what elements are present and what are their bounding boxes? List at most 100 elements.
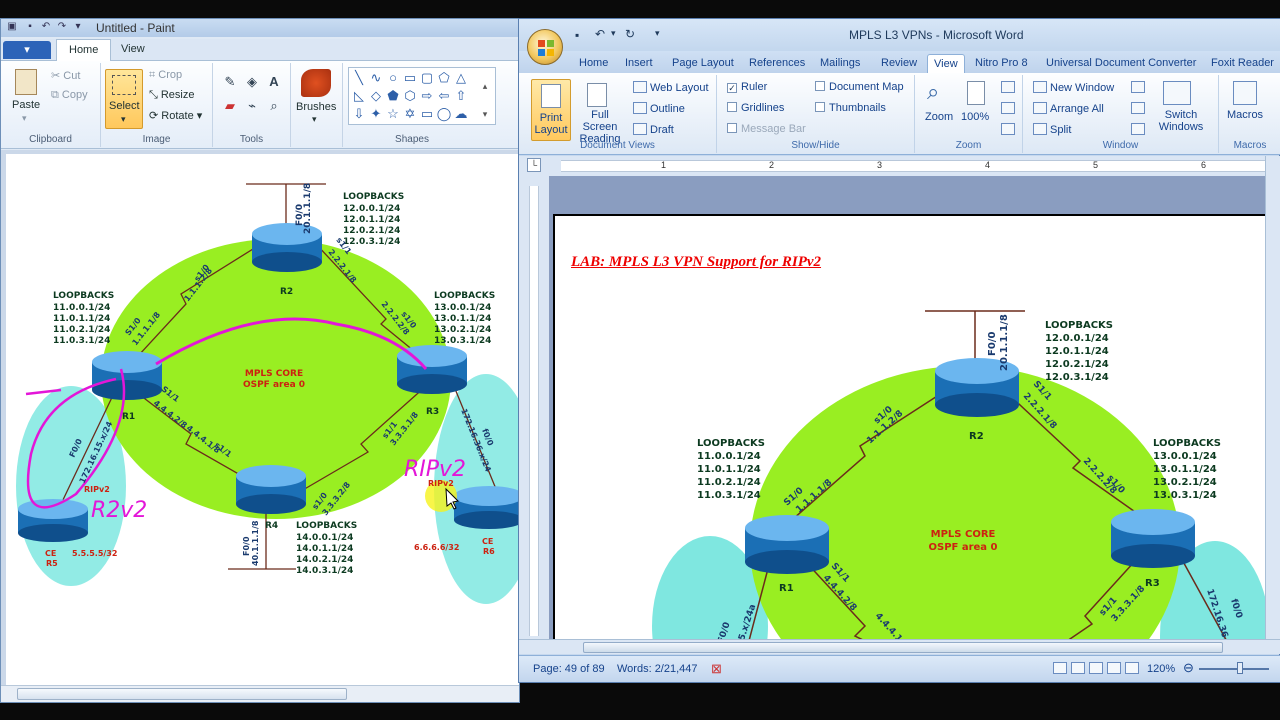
- zoom-magnifier-icon[interactable]: ⌕: [927, 79, 939, 105]
- shapes-scroll-up-icon[interactable]: ▴: [477, 78, 493, 94]
- word-tab-nitro[interactable]: Nitro Pro 8: [975, 54, 1028, 73]
- copy-button[interactable]: ⧉ Copy: [51, 89, 88, 102]
- hundred-percent-icon[interactable]: [967, 81, 985, 105]
- outline-button[interactable]: Outline: [633, 102, 685, 115]
- status-print-layout-icon[interactable]: [1053, 662, 1067, 674]
- paint-horizontal-scrollbar[interactable]: [1, 685, 519, 702]
- brushes-button[interactable]: Brushes: [296, 101, 336, 113]
- brushes-dropdown-icon[interactable]: ▾: [312, 114, 317, 125]
- zoom-slider[interactable]: [1199, 668, 1269, 670]
- split-button[interactable]: Split: [1033, 123, 1071, 136]
- new-window-button[interactable]: New Window: [1033, 81, 1114, 94]
- office-button[interactable]: [527, 29, 563, 65]
- paste-icon[interactable]: [15, 69, 37, 95]
- six-point-star-icon[interactable]: ✡: [402, 106, 418, 122]
- word-tab-home[interactable]: Home: [579, 54, 608, 73]
- word-undo-icon[interactable]: ↶: [595, 27, 605, 41]
- undo-icon[interactable]: ↶: [39, 21, 53, 35]
- document-map-checkbox[interactable]: Document Map: [815, 81, 904, 93]
- down-arrow-shape-icon[interactable]: ⇩: [351, 106, 367, 122]
- rounded-rect-shape-icon[interactable]: ▢: [419, 70, 435, 86]
- word-horizontal-ruler[interactable]: 1 2 3 4 5 6: [549, 156, 1280, 176]
- word-undo-dropdown-icon[interactable]: ▾: [611, 28, 616, 39]
- two-pages-icon[interactable]: [1001, 102, 1015, 114]
- word-vertical-scrollbar[interactable]: [1265, 156, 1280, 639]
- tab-selector-icon[interactable]: └: [527, 158, 541, 172]
- page-width-icon[interactable]: [1001, 123, 1015, 135]
- word-tab-review[interactable]: Review: [881, 54, 917, 73]
- color-picker-icon[interactable]: ⌁: [243, 97, 261, 115]
- word-tab-udc[interactable]: Universal Document Converter: [1046, 54, 1196, 73]
- crop-button[interactable]: ⌗ Crop: [149, 69, 182, 82]
- word-document-area[interactable]: LAB: MPLS L3 VPN Support for RIPv2 F0/0 …: [549, 176, 1280, 644]
- thumbnails-checkbox[interactable]: Thumbnails: [815, 102, 886, 114]
- cut-button[interactable]: ✂ Cut: [51, 69, 80, 82]
- word-router-r3[interactable]: [1111, 509, 1195, 568]
- reset-window-position-icon[interactable]: [1131, 123, 1145, 135]
- eraser-icon[interactable]: ▰: [221, 97, 239, 115]
- word-count-status[interactable]: Words: 2/21,447: [617, 663, 698, 675]
- select-button[interactable]: Select ▾: [105, 69, 143, 129]
- page-count-status[interactable]: Page: 49 of 89: [533, 663, 605, 675]
- triangle-shape-icon[interactable]: △: [453, 70, 469, 86]
- full-screen-reading-icon[interactable]: [587, 83, 607, 107]
- proofing-icon[interactable]: ⊠: [711, 661, 722, 677]
- fill-icon[interactable]: ◈: [243, 73, 261, 91]
- hexagon-shape-icon[interactable]: ⬡: [402, 88, 418, 104]
- text-tool-icon[interactable]: A: [265, 73, 283, 91]
- five-point-star-icon[interactable]: ☆: [385, 106, 401, 122]
- qat-dropdown-icon[interactable]: ▾: [71, 21, 85, 35]
- word-page[interactable]: LAB: MPLS L3 VPN Support for RIPv2 F0/0 …: [553, 214, 1280, 644]
- word-scroll-thumb[interactable]: [583, 642, 1223, 653]
- macros-icon[interactable]: [1233, 81, 1257, 105]
- one-page-icon[interactable]: [1001, 81, 1015, 93]
- word-qat-dropdown-icon[interactable]: ▾: [655, 28, 660, 39]
- pentagon-shape-icon[interactable]: ⬟: [385, 88, 401, 104]
- zoom-level-status[interactable]: 120%: [1147, 663, 1175, 675]
- word-titlebar[interactable]: ▪ ↶ ▾ ↻ ▾ MPLS L3 VPNs - Microsoft Word: [519, 19, 1280, 51]
- diamond-shape-icon[interactable]: ◇: [368, 88, 384, 104]
- curve-shape-icon[interactable]: ∿: [368, 70, 384, 86]
- callout-rect-icon[interactable]: ▭: [419, 106, 435, 122]
- draft-button[interactable]: Draft: [633, 123, 674, 136]
- callout-cloud-icon[interactable]: ☁: [453, 106, 469, 122]
- status-full-screen-icon[interactable]: [1071, 662, 1085, 674]
- message-bar-checkbox[interactable]: Message Bar: [727, 123, 806, 135]
- redo-icon[interactable]: ↷: [55, 21, 69, 35]
- polygon-shape-icon[interactable]: ⬠: [436, 70, 452, 86]
- word-tab-insert[interactable]: Insert: [625, 54, 653, 73]
- paint-file-menu-button[interactable]: ▾: [3, 41, 51, 59]
- sync-scrolling-icon[interactable]: [1131, 102, 1145, 114]
- paint-tab-home[interactable]: Home: [56, 39, 112, 61]
- resize-button[interactable]: ⤡ Resize: [149, 89, 194, 102]
- router-r1[interactable]: [92, 351, 162, 400]
- word-save-icon[interactable]: ▪: [575, 28, 579, 42]
- word-horizontal-scrollbar[interactable]: [519, 639, 1280, 654]
- four-point-star-icon[interactable]: ✦: [368, 106, 384, 122]
- callout-oval-icon[interactable]: ◯: [436, 106, 452, 122]
- oval-shape-icon[interactable]: ○: [385, 70, 401, 86]
- right-triangle-shape-icon[interactable]: ◺: [351, 88, 367, 104]
- router-r6[interactable]: [454, 486, 519, 529]
- switch-windows-icon[interactable]: [1163, 81, 1191, 105]
- view-side-by-side-icon[interactable]: [1131, 81, 1145, 93]
- line-shape-icon[interactable]: ╲: [351, 70, 367, 86]
- save-icon[interactable]: ▪: [23, 21, 37, 35]
- paste-button[interactable]: Paste: [12, 99, 40, 111]
- shapes-more-icon[interactable]: ▾: [477, 106, 493, 122]
- paint-canvas[interactable]: F0/0 20.1.1.1/8 LOOPBACKS 12.0.0.1/24 12…: [6, 154, 519, 685]
- magnifier-icon[interactable]: ⌕: [265, 97, 283, 115]
- paint-tab-view[interactable]: View: [109, 39, 157, 61]
- switch-windows-button[interactable]: Switch Windows: [1153, 109, 1209, 133]
- paste-dropdown-icon[interactable]: ▾: [22, 113, 27, 124]
- zoom-button[interactable]: Zoom: [925, 111, 953, 123]
- word-tab-page-layout[interactable]: Page Layout: [672, 54, 734, 73]
- hundred-percent-button[interactable]: 100%: [961, 111, 989, 123]
- web-layout-button[interactable]: Web Layout: [633, 81, 709, 94]
- paint-titlebar[interactable]: ▣ ▪ ↶ ↷ ▾ Untitled - Paint: [1, 19, 521, 37]
- print-layout-button[interactable]: Print Layout: [531, 79, 571, 141]
- brush-icon[interactable]: [301, 69, 331, 97]
- gridlines-checkbox[interactable]: Gridlines: [727, 102, 784, 114]
- status-draft-icon[interactable]: [1125, 662, 1139, 674]
- left-arrow-shape-icon[interactable]: ⇦: [436, 88, 452, 104]
